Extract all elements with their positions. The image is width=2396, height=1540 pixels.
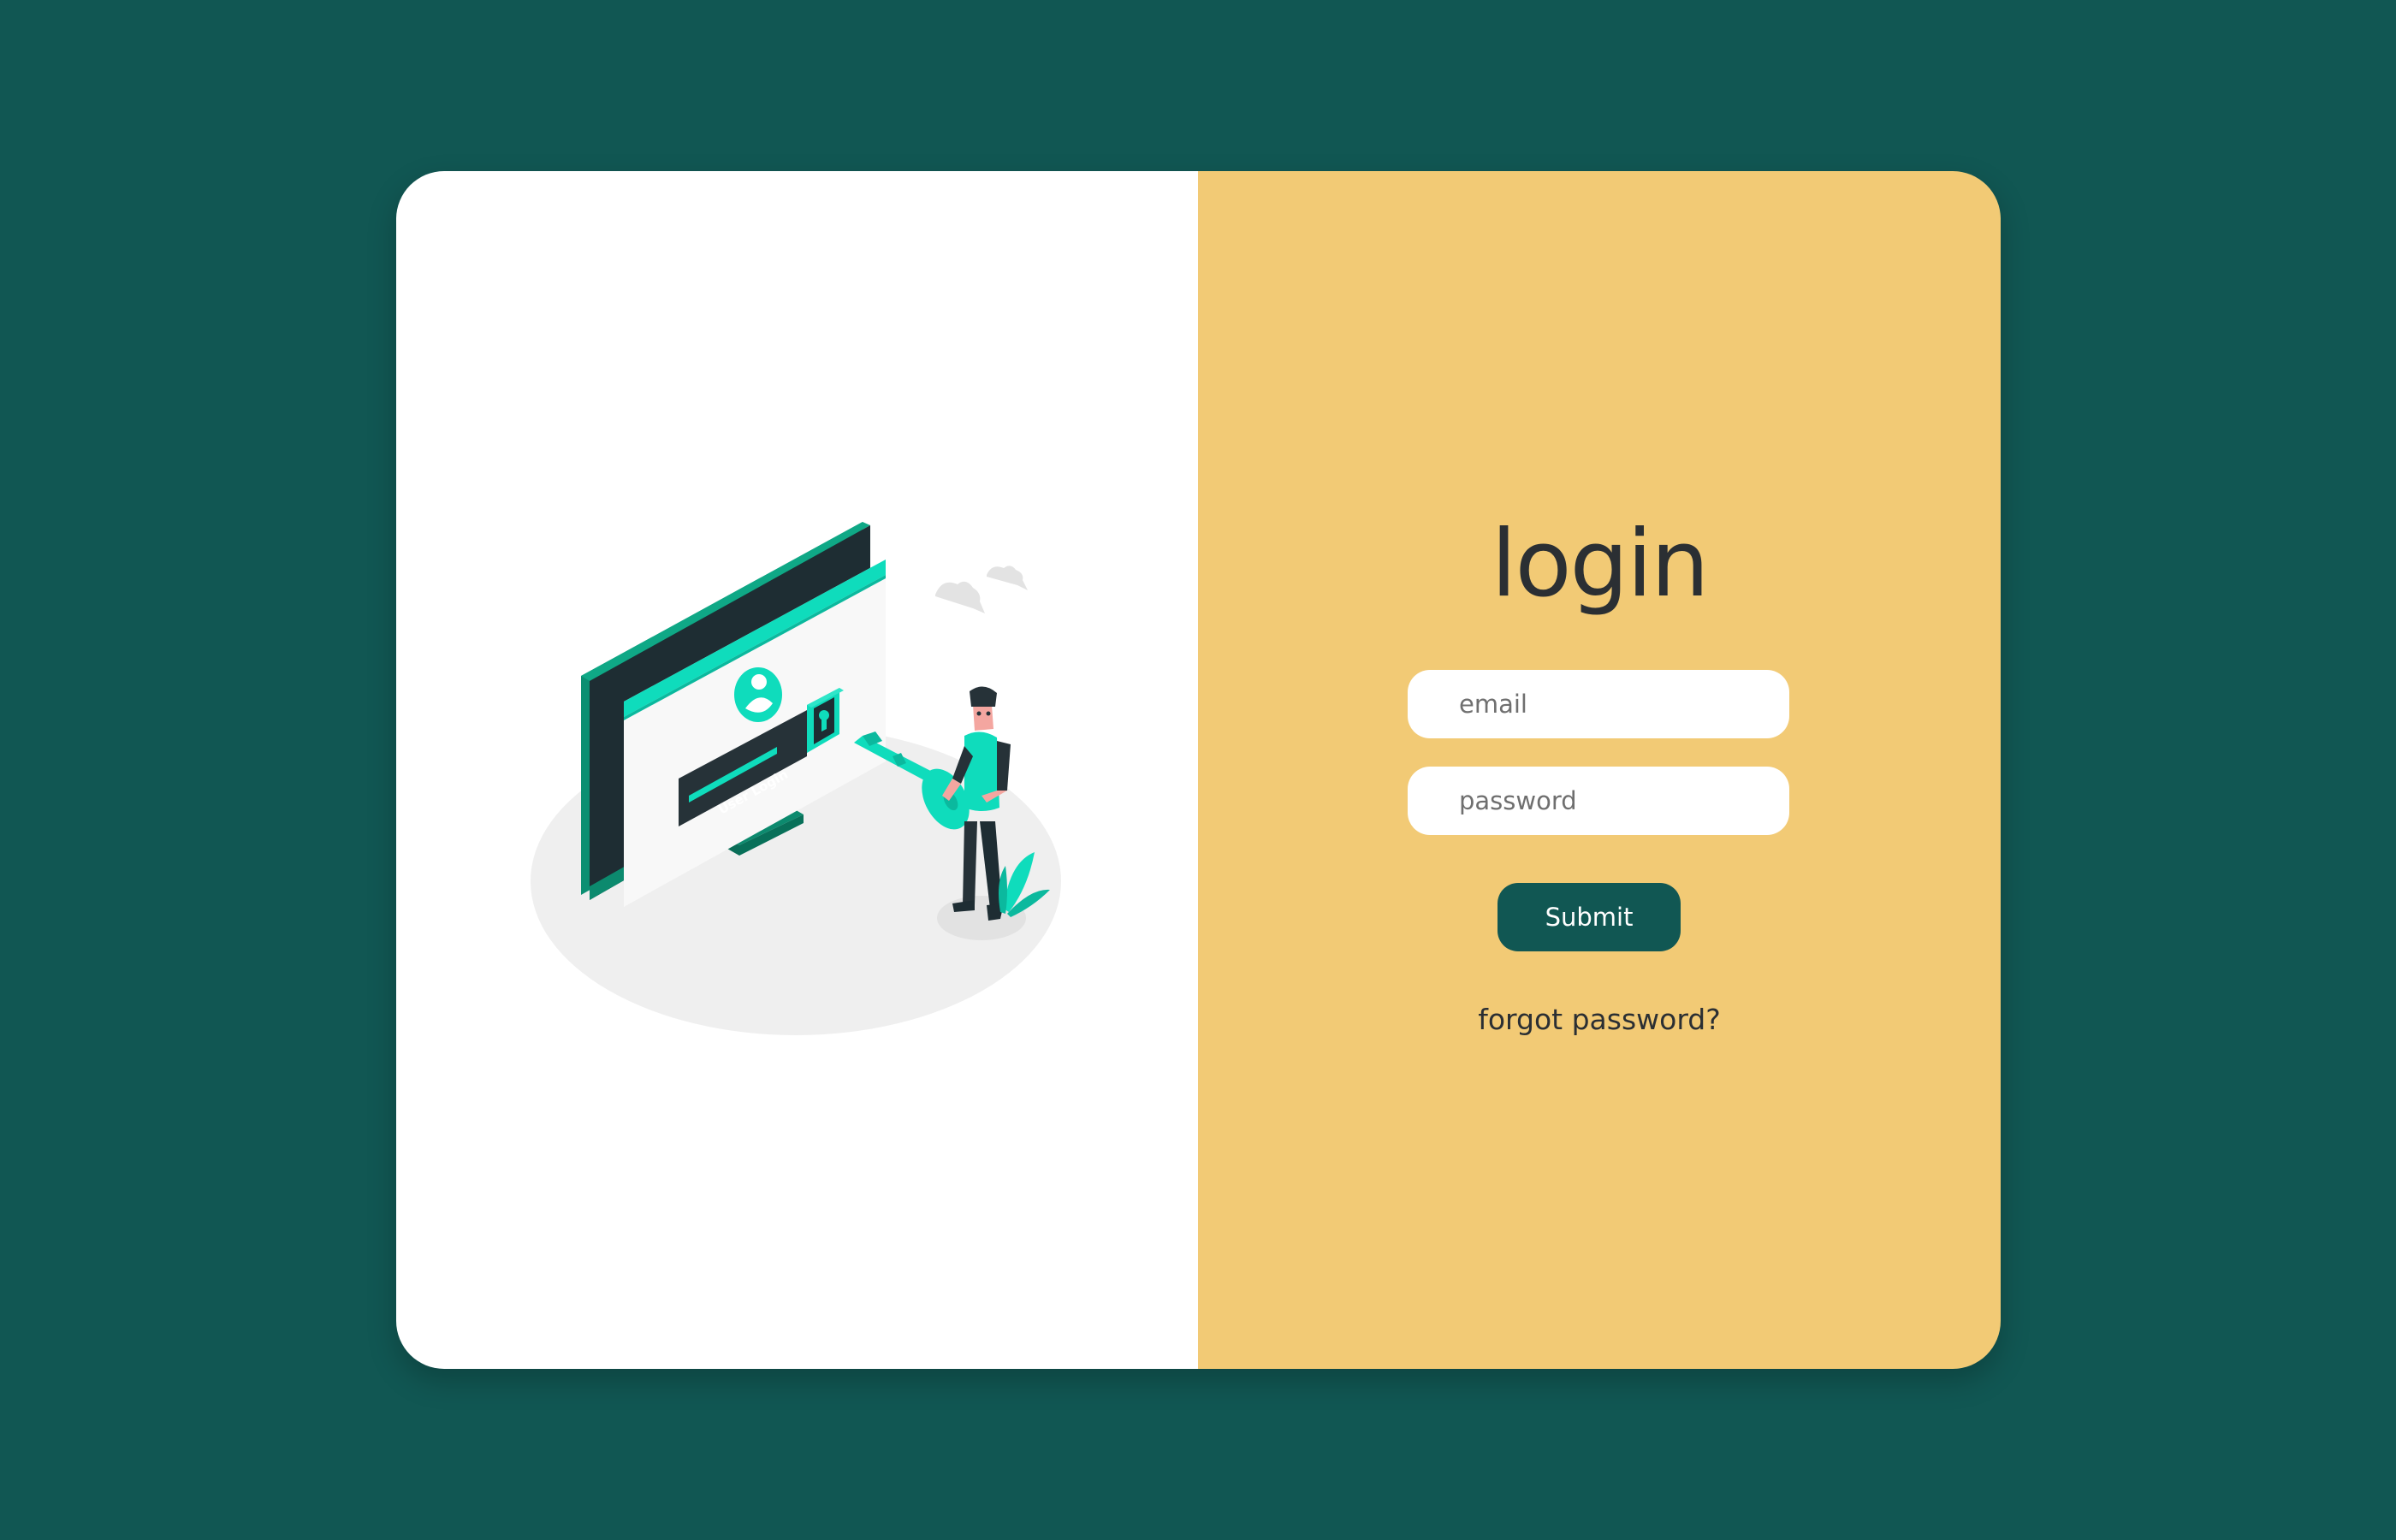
- cloud-icon: [935, 566, 1028, 613]
- password-input[interactable]: [1408, 767, 1789, 835]
- email-input[interactable]: [1408, 670, 1789, 738]
- user-avatar-icon: [734, 667, 782, 722]
- login-title: login: [1491, 511, 1709, 618]
- illustration-panel: User Login: [396, 171, 1198, 1369]
- login-form-panel: login Submit forgot password?: [1198, 171, 2001, 1369]
- submit-button[interactable]: Submit: [1498, 883, 1681, 951]
- login-card: User Login login email Submit forgot pas…: [396, 171, 2001, 1369]
- forgot-password-link[interactable]: forgot password?: [1198, 1003, 2001, 1036]
- login-illustration: User Login: [531, 522, 1061, 1035]
